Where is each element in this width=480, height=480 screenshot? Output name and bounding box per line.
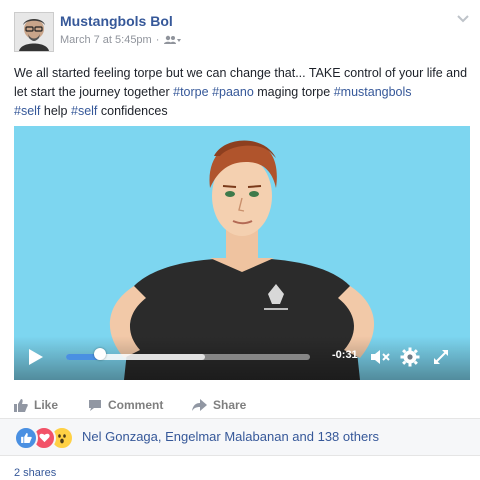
hashtag-torpe[interactable]: #torpe bbox=[173, 85, 208, 99]
post-text-mid: maging torpe bbox=[253, 85, 334, 99]
hashtag-mustangbols[interactable]: #mustangbols bbox=[334, 85, 412, 99]
like-icon bbox=[14, 426, 38, 450]
reaction-icons[interactable] bbox=[14, 426, 76, 450]
like-label: Like bbox=[34, 398, 59, 412]
wow-face-glyph bbox=[58, 434, 66, 444]
comment-icon bbox=[89, 399, 101, 411]
share-label: Share bbox=[213, 398, 247, 412]
video-time-remaining: -0:31 bbox=[332, 349, 358, 361]
post-text-help: help bbox=[40, 104, 71, 118]
video-progress-buffered bbox=[100, 354, 206, 360]
post-text-suffix: confidences bbox=[97, 104, 168, 118]
post-actions: Like Comment Share bbox=[0, 398, 480, 418]
chevron-down-icon[interactable] bbox=[456, 14, 470, 24]
reactions-bar: Nel Gonzaga, Engelmar Malabanan and 138 … bbox=[0, 418, 480, 456]
meta-separator: · bbox=[155, 34, 160, 46]
comment-label: Comment bbox=[108, 398, 164, 412]
hashtag-paano[interactable]: #paano bbox=[212, 85, 254, 99]
gear-icon[interactable] bbox=[400, 347, 420, 367]
share-icon bbox=[192, 398, 207, 411]
facebook-post: Mustangbols Bol March 7 at 5:45pm · We a… bbox=[0, 0, 480, 480]
share-button[interactable]: Share bbox=[192, 398, 246, 412]
avatar-image bbox=[15, 13, 53, 51]
video-controls: -0:31 bbox=[14, 336, 470, 380]
thumbs-up-icon bbox=[14, 398, 28, 412]
shares-count[interactable]: 2 shares bbox=[14, 467, 56, 479]
post-text: We all started feeling torpe but we can … bbox=[14, 64, 470, 121]
author-name[interactable]: Mustangbols Bol bbox=[60, 13, 173, 29]
volume-muted-icon[interactable] bbox=[370, 348, 390, 366]
author-avatar[interactable] bbox=[14, 12, 54, 52]
play-icon[interactable] bbox=[28, 348, 44, 366]
hashtag-self-1[interactable]: #self bbox=[14, 104, 40, 118]
fullscreen-icon[interactable] bbox=[432, 348, 450, 366]
comment-button[interactable]: Comment bbox=[88, 398, 163, 412]
reactions-summary[interactable]: Nel Gonzaga, Engelmar Malabanan and 138 … bbox=[82, 429, 379, 444]
post-meta: March 7 at 5:45pm · bbox=[60, 34, 182, 46]
post-date[interactable]: March 7 at 5:45pm bbox=[60, 34, 152, 46]
heart-glyph bbox=[38, 433, 50, 443]
audience-friends-icon[interactable] bbox=[163, 35, 182, 45]
like-button[interactable]: Like bbox=[14, 398, 58, 412]
hashtag-self-2[interactable]: #self bbox=[71, 104, 97, 118]
like-thumb-glyph bbox=[20, 433, 32, 443]
